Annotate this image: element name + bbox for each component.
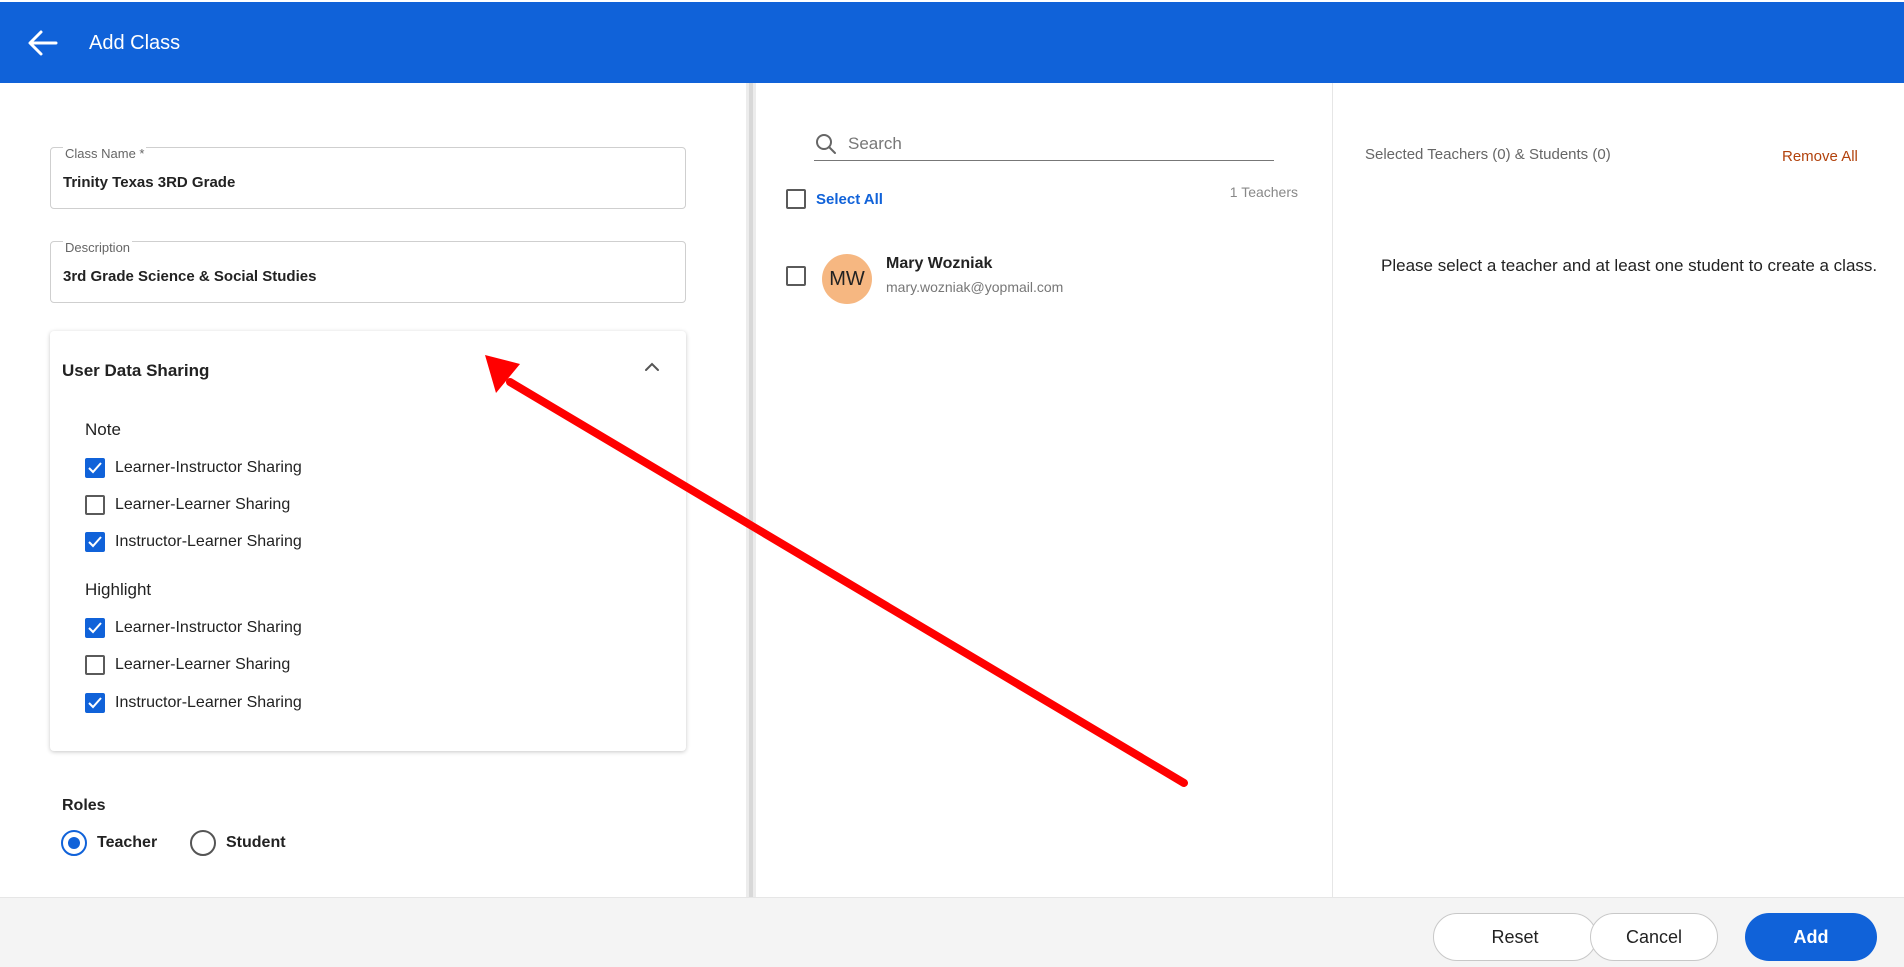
radio-button[interactable] — [190, 830, 216, 856]
note-group-title: Note — [85, 420, 121, 439]
highlight-learner-learner-checkbox[interactable]: Learner-Learner Sharing — [85, 653, 290, 677]
checkbox-label: Learner-Instructor Sharing — [115, 619, 302, 636]
search-input[interactable] — [848, 134, 1268, 154]
user-data-sharing-card: User Data Sharing Note Learner-Instructo… — [50, 331, 686, 751]
selection-hint: Please select a teacher and at least one… — [1381, 256, 1878, 275]
highlight-group-title: Highlight — [85, 580, 152, 599]
radio-label: Student — [226, 834, 286, 851]
class-name-field[interactable]: Class Name * — [50, 146, 686, 209]
avatar: MW — [822, 254, 872, 304]
splitter-grip[interactable] — [749, 83, 753, 897]
checkbox-label: Learner-Instructor Sharing — [115, 459, 302, 476]
remove-all-link[interactable]: Remove All — [1782, 148, 1858, 165]
checkbox-box[interactable] — [85, 495, 105, 515]
teacher-count: 1 Teachers — [1229, 184, 1298, 200]
panel-splitter[interactable] — [746, 83, 756, 897]
check-icon — [88, 697, 102, 709]
select-all-checkbox[interactable]: Select All — [786, 189, 883, 209]
checkbox-box[interactable] — [85, 655, 105, 675]
note-learner-instructor-checkbox[interactable]: Learner-Instructor Sharing — [85, 456, 302, 480]
selection-panel — [1333, 83, 1904, 897]
checkbox-label: Learner-Learner Sharing — [115, 656, 291, 673]
list-item[interactable]: MW Mary Wozniak mary.wozniak@yopmail.com — [786, 252, 1306, 308]
checkbox-label: Instructor-Learner Sharing — [115, 694, 302, 711]
check-icon — [88, 536, 102, 548]
checkbox-box[interactable] — [85, 618, 105, 638]
app-header: Add Class — [0, 2, 1904, 83]
cancel-button[interactable]: Cancel — [1590, 913, 1718, 961]
check-icon — [88, 462, 102, 474]
description-field[interactable]: Description — [50, 240, 686, 303]
class-name-input[interactable] — [63, 174, 663, 191]
checkbox-label: Learner-Learner Sharing — [115, 496, 291, 513]
person-name: Mary Wozniak — [886, 255, 993, 272]
checkbox-box[interactable] — [85, 693, 105, 713]
add-button[interactable]: Add — [1745, 913, 1877, 961]
highlight-instructor-learner-checkbox[interactable]: Instructor-Learner Sharing — [85, 691, 302, 715]
checkbox-label: Instructor-Learner Sharing — [115, 533, 302, 550]
person-email: mary.wozniak@yopmail.com — [886, 279, 1064, 295]
user-data-sharing-title: User Data Sharing — [62, 361, 210, 380]
collapse-button[interactable] — [638, 353, 666, 381]
check-icon — [88, 622, 102, 634]
checkbox-box[interactable] — [786, 189, 806, 209]
roles-label: Roles — [62, 797, 106, 814]
note-learner-learner-checkbox[interactable]: Learner-Learner Sharing — [85, 493, 290, 517]
back-button[interactable] — [26, 26, 60, 60]
reset-button[interactable]: Reset — [1433, 913, 1597, 961]
arrow-left-icon — [28, 30, 58, 56]
people-search[interactable] — [814, 130, 1274, 161]
radio-label: Teacher — [97, 834, 158, 851]
checkbox-box[interactable] — [85, 532, 105, 552]
selected-summary: Selected Teachers (0) & Students (0) — [1365, 146, 1611, 163]
note-instructor-learner-checkbox[interactable]: Instructor-Learner Sharing — [85, 530, 302, 554]
radio-button[interactable] — [61, 830, 87, 856]
class-name-label: Class Name * — [63, 146, 147, 161]
chevron-up-icon — [645, 362, 659, 371]
search-icon — [816, 134, 836, 154]
role-student-radio[interactable]: Student — [190, 830, 286, 856]
checkbox-box[interactable] — [85, 458, 105, 478]
highlight-learner-instructor-checkbox[interactable]: Learner-Instructor Sharing — [85, 616, 302, 640]
description-input[interactable] — [63, 268, 663, 285]
person-checkbox[interactable] — [786, 266, 806, 286]
description-label: Description — [63, 240, 133, 255]
role-teacher-radio[interactable]: Teacher — [61, 830, 157, 856]
select-all-label: Select All — [816, 190, 883, 208]
page-title: Add Class — [89, 32, 181, 54]
